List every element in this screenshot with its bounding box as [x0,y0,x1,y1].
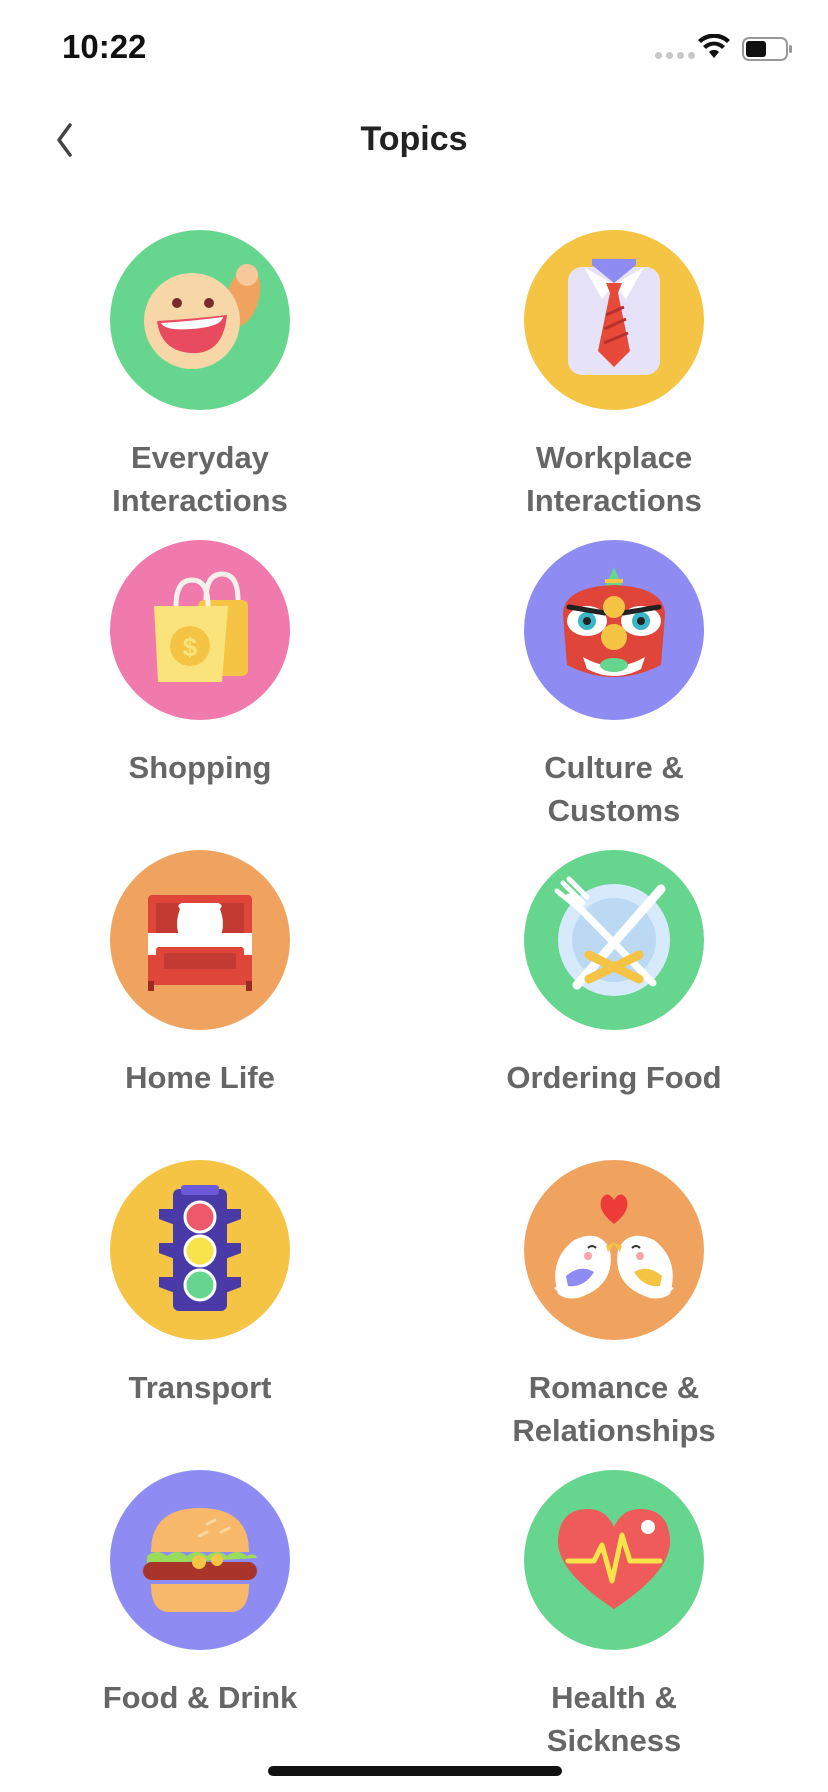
burger-icon [143,1508,257,1612]
topic-transport[interactable]: Transport [0,1160,414,1470]
topic-label: Culture & Customs [544,750,684,828]
topic-icon-circle [110,1470,290,1650]
battery-icon [742,37,792,61]
topic-icon-circle [524,540,704,720]
lion-dance-icon [563,567,665,677]
topics-grid: Everyday Interactions Workplace Interact… [0,230,828,1780]
topic-icon-circle [110,850,290,1030]
topic-icon-circle [524,1160,704,1340]
wifi-icon [698,34,730,58]
topic-culture-customs[interactable]: Culture & Customs [414,540,828,850]
home-indicator[interactable] [268,1766,562,1776]
shopping-bag-icon: $ [154,571,248,682]
topic-label: Health & Sickness [546,1680,682,1758]
topic-icon-circle [524,1470,704,1650]
topic-label: Romance & Relationships [512,1370,716,1448]
topic-label: Ordering Food [506,1060,722,1095]
topic-icon-circle [524,230,704,410]
topic-label: Workplace Interactions [526,440,702,518]
shirt-tie-icon [568,259,660,375]
topic-label: Everyday Interactions [112,440,288,518]
plate-cutlery-icon [554,876,670,996]
topic-label: Shopping [128,750,272,785]
page-title: Topics [360,120,468,158]
topic-label: Home Life [125,1060,275,1095]
topic-everyday-interactions[interactable]: Everyday Interactions [0,230,414,540]
topic-ordering-food[interactable]: Ordering Food [414,850,828,1160]
bed-icon [148,895,252,991]
status-time: 10:22 [62,28,147,65]
traffic-light-icon [159,1185,241,1311]
topic-shopping[interactable]: $ Shopping [0,540,414,850]
heartbeat-icon [557,1509,671,1609]
topic-label: Food & Drink [102,1680,298,1715]
topic-label: Transport [128,1370,272,1405]
topic-health-sickness[interactable]: Health & Sickness [414,1470,828,1780]
topic-icon-circle [110,1160,290,1340]
signal-icon [655,52,695,59]
topic-home-life[interactable]: Home Life [0,850,414,1160]
navigation-bar: Topics [0,100,828,180]
svg-text:$: $ [183,632,198,662]
waving-face-icon [144,264,261,369]
topic-food-drink[interactable]: Food & Drink [0,1470,414,1780]
topic-icon-circle [524,850,704,1030]
topic-workplace-interactions[interactable]: Workplace Interactions [414,230,828,540]
love-birds-icon [554,1194,674,1299]
status-bar: 10:22 [0,0,828,100]
topic-romance-relationships[interactable]: Romance & Relationships [414,1160,828,1470]
topic-icon-circle: $ [110,540,290,720]
topic-icon-circle [110,230,290,410]
